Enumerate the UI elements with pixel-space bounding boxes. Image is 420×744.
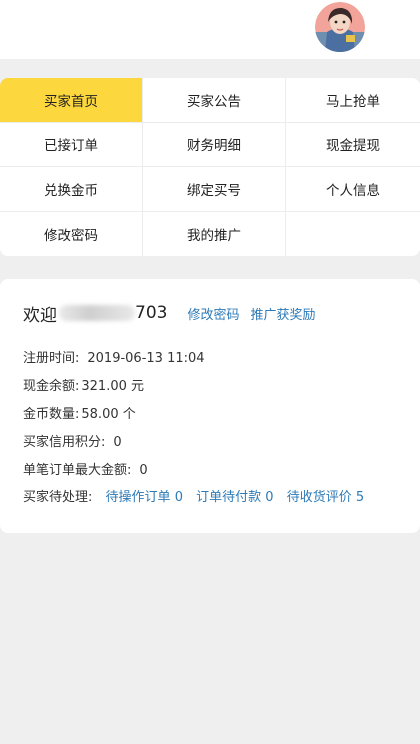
username-suffix: 703 (135, 303, 168, 323)
menu-item-accepted-orders[interactable]: 已接订单 (0, 122, 143, 167)
menu-item-buyer-home[interactable]: 买家首页 (0, 78, 143, 123)
register-time-label: 注册时间: (23, 351, 80, 366)
register-time-value: 2019-06-13 11:04 (87, 351, 205, 366)
credit-score-label: 买家信用积分: (23, 435, 106, 450)
menu-item-bind-account[interactable]: 绑定买号 (143, 167, 286, 212)
pending-label: 买家待处理: (23, 490, 93, 505)
coin-count-label: 金币数量: (23, 407, 80, 422)
register-time-row: 注册时间: 2019-06-13 11:04 (23, 347, 205, 366)
cash-balance-value: 321.00 (81, 379, 127, 394)
menu-item-finance-details[interactable]: 财务明细 (143, 122, 286, 167)
cash-balance-label: 现金余额: (23, 379, 80, 394)
menu-item-cash-withdraw[interactable]: 现金提现 (286, 123, 420, 167)
cash-balance-row: 现金余额: 321.00 元 (23, 375, 144, 394)
max-order-amount-label: 单笔订单最大金额: (23, 463, 132, 478)
nav-menu-grid: 买家首页 买家公告 马上抢单 已接订单 财务明细 现金提现 兑换金币 绑定买号 … (0, 78, 420, 256)
pending-operate-orders-link[interactable]: 待操作订单 0 (106, 490, 183, 505)
menu-item-exchange-coins[interactable]: 兑换金币 (0, 167, 143, 212)
pending-operate-orders-label: 待操作订单 (105, 490, 171, 505)
avatar-image (315, 2, 365, 52)
welcome-text: 欢迎 (23, 305, 57, 326)
pending-receive-review-count: 5 (355, 490, 365, 505)
referral-reward-link[interactable]: 推广获奖励 (250, 304, 315, 323)
coin-count-row: 金币数量: 58.00 个 (23, 403, 136, 422)
account-summary-card: 欢迎 703 修改密码 推广获奖励 注册时间: 2019-06-13 11:04 … (0, 279, 420, 533)
blurred-username (59, 305, 135, 321)
cash-balance-unit: 元 (131, 379, 145, 394)
avatar[interactable] (315, 2, 365, 52)
coin-count-unit: 个 (122, 407, 136, 422)
pending-operate-orders-count: 0 (174, 490, 183, 505)
credit-score-row: 买家信用积分: 0 (23, 431, 122, 450)
max-order-amount-value: 0 (139, 463, 148, 478)
coin-count-value: 58.00 (81, 407, 119, 422)
credit-score-value: 0 (113, 435, 122, 450)
max-order-amount-row: 单笔订单最大金额: 0 (23, 459, 148, 478)
menu-item-grab-order[interactable]: 马上抢单 (286, 78, 420, 123)
menu-item-my-promotion[interactable]: 我的推广 (143, 211, 286, 256)
menu-item-change-password[interactable]: 修改密码 (0, 211, 143, 256)
pending-receive-review-link[interactable]: 待收货评价 5 (287, 490, 364, 505)
pending-payment-orders-label: 订单待付款 (196, 490, 262, 505)
pending-payment-orders-count: 0 (265, 490, 274, 505)
menu-item-empty (286, 212, 420, 257)
pending-receive-review-label: 待收货评价 (286, 490, 352, 505)
pending-row: 买家待处理: 待操作订单 0 订单待付款 0 待收货评价 5 (23, 486, 364, 505)
menu-item-personal-info[interactable]: 个人信息 (286, 167, 420, 212)
menu-item-buyer-notice[interactable]: 买家公告 (143, 78, 286, 123)
pending-payment-orders-link[interactable]: 订单待付款 0 (196, 490, 273, 505)
welcome-row: 欢迎 703 修改密码 推广获奖励 (23, 301, 315, 326)
top-bar (0, 0, 420, 59)
change-password-link[interactable]: 修改密码 (187, 304, 239, 323)
